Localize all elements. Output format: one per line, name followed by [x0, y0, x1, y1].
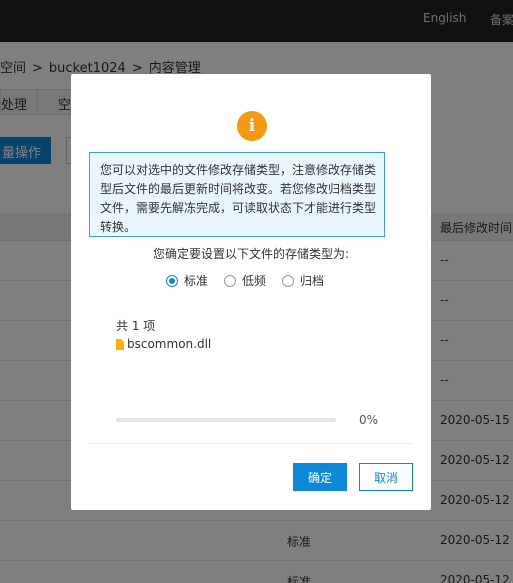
storage-type-radio-group: 标准 低频 归档 — [166, 272, 340, 289]
change-storage-type-dialog: i 您可以对选中的文件修改存储类型，注意修改存储类型后文件的最后更新时间将改变。… — [71, 74, 431, 510]
storage-type-question: 您确定要设置以下文件的存储类型为: — [152, 247, 350, 261]
file-icon — [116, 338, 124, 350]
radio-standard[interactable]: 标准 — [166, 272, 208, 289]
file-count: 共 1 项 — [116, 319, 156, 333]
radio-archive[interactable]: 归档 — [282, 272, 324, 289]
radio-standard-label: 标准 — [184, 274, 209, 288]
radio-infrequent[interactable]: 低频 — [224, 272, 266, 289]
dialog-divider — [89, 443, 413, 444]
cancel-button[interactable]: 取消 — [359, 463, 413, 491]
file-list-item: bscommon.dll — [116, 337, 211, 351]
file-name: bscommon.dll — [127, 337, 212, 351]
radio-infrequent-label: 低频 — [242, 274, 267, 288]
info-icon: i — [237, 111, 267, 141]
storage-type-notice: 您可以对选中的文件修改存储类型，注意修改存储类型后文件的最后更新时间将改变。若您… — [89, 152, 385, 237]
radio-archive-indicator[interactable] — [282, 274, 295, 287]
radio-archive-label: 归档 — [300, 274, 325, 288]
radio-standard-indicator[interactable] — [166, 274, 178, 287]
confirm-button[interactable]: 确定 — [293, 463, 347, 491]
radio-infrequent-indicator[interactable] — [224, 274, 237, 287]
progress-bar — [116, 418, 336, 422]
progress-percent: 0% — [359, 413, 379, 427]
